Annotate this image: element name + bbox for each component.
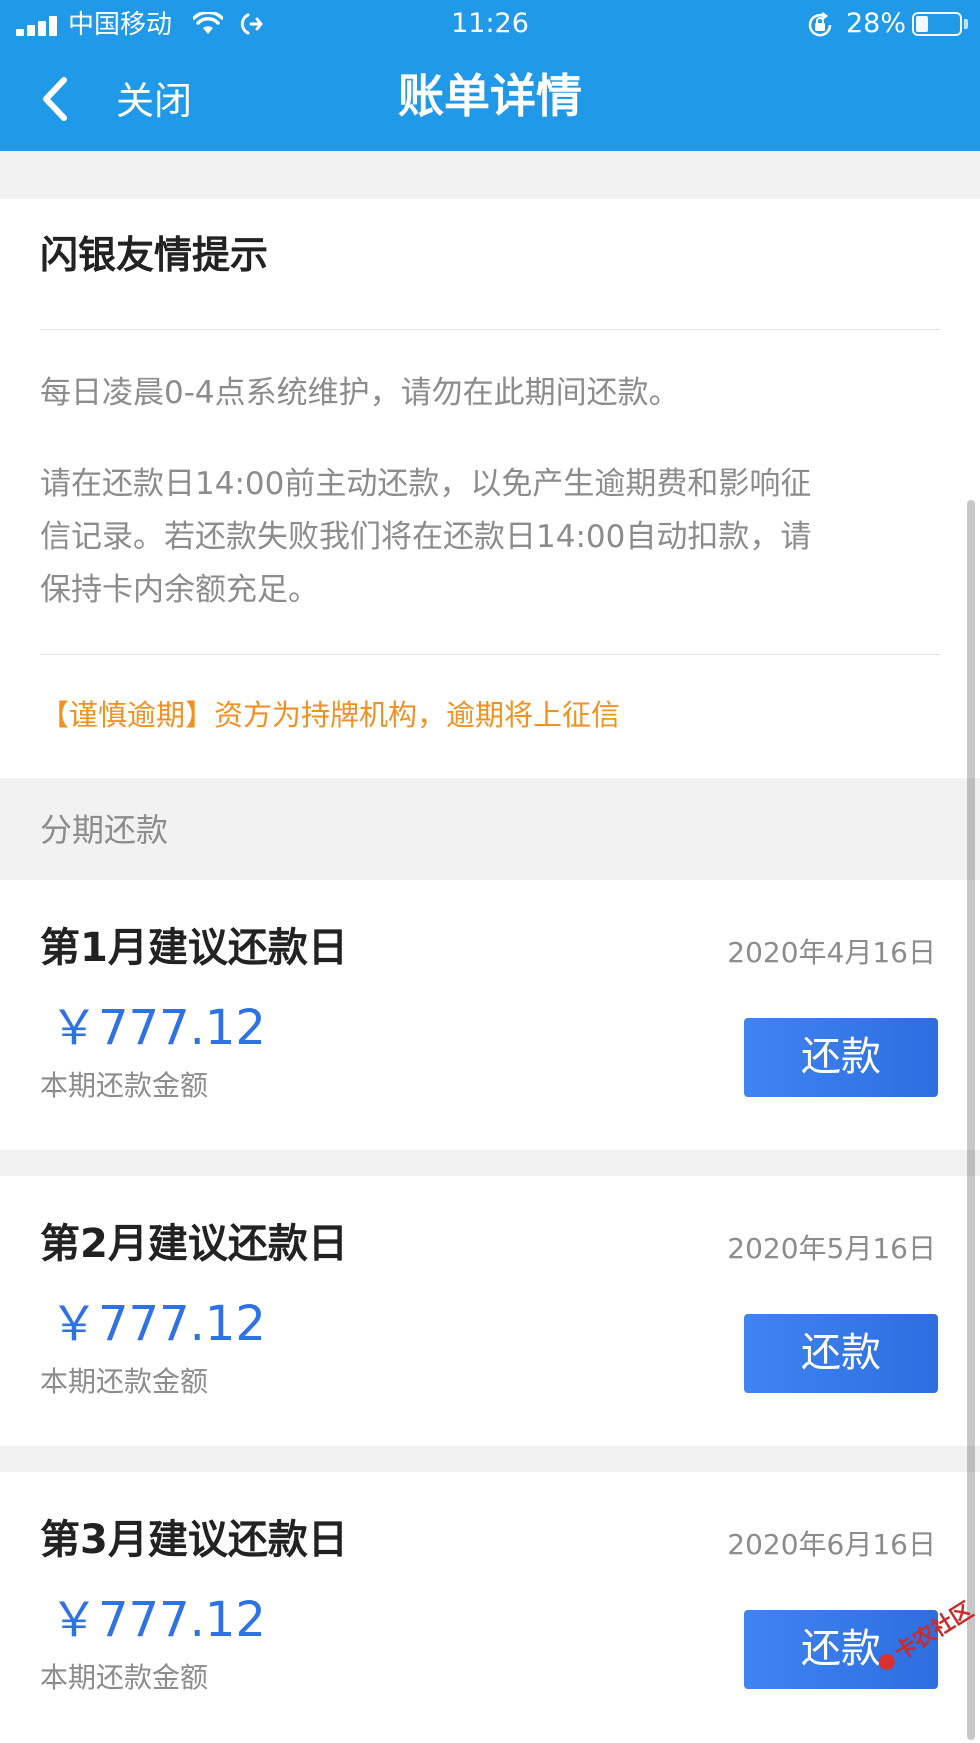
bill-detail-page: 中国移动 11:26 28% 关闭 账单详情 闪银友情提示 每日凌晨0-4点系统…: [0, 0, 980, 1743]
scrollbar[interactable]: [967, 500, 975, 1740]
battery-cap: [964, 19, 968, 29]
installment-date: 2020年4月16日: [727, 936, 936, 969]
app-header: 中国移动 11:26 28% 关闭 账单详情: [0, 0, 980, 151]
installment-title: 第2月建议还款日: [40, 1221, 348, 1267]
installments-section-label: 分期还款: [40, 811, 169, 849]
status-bar: 中国移动 11:26 28%: [0, 0, 980, 50]
installment-amount: ￥777.12: [50, 1000, 266, 1056]
tip-repay-text-line-2: 信记录。若还款失败我们将在还款日14:00自动扣款，请: [40, 519, 812, 555]
tip-maintenance-text: 每日凌晨0-4点系统维护，请勿在此期间还款。: [40, 375, 680, 411]
nav-bar: 关闭 账单详情: [0, 50, 980, 151]
rotation-lock-icon: [808, 12, 832, 37]
installment-date: 2020年6月16日: [727, 1528, 936, 1561]
installment-amount-caption: 本期还款金额: [40, 1661, 209, 1694]
installment-amount: ￥777.12: [50, 1592, 266, 1648]
battery-percent: 28%: [846, 8, 907, 39]
installment-amount-caption: 本期还款金额: [40, 1365, 209, 1398]
installment-date: 2020年5月16日: [727, 1232, 936, 1265]
installment-card: 第2月建议还款日 2020年5月16日 ￥777.12 本期还款金额 还款: [0, 1176, 980, 1446]
tip-divider-bottom: [40, 654, 940, 655]
page-title: 账单详情: [398, 69, 582, 123]
tip-divider-top: [40, 329, 940, 330]
installment-card: 第3月建议还款日 2020年6月16日 ￥777.12 本期还款金额 还款: [0, 1472, 980, 1743]
installment-amount-caption: 本期还款金额: [40, 1069, 209, 1102]
overdue-warning: 【谨慎逾期】资方为持牌机构，逾期将上征信: [40, 698, 621, 732]
battery-icon: [912, 12, 962, 36]
tip-repay-text-line-1: 请在还款日14:00前主动还款，以免产生逾期费和影响征: [40, 466, 812, 502]
installment-amount: ￥777.12: [50, 1296, 266, 1352]
installment-title: 第3月建议还款日: [40, 1517, 348, 1563]
tip-title: 闪银友情提示: [40, 233, 269, 277]
installment-title: 第1月建议还款日: [40, 925, 348, 971]
tip-card: 闪银友情提示 每日凌晨0-4点系统维护，请勿在此期间还款。 请在还款日14:00…: [0, 199, 980, 778]
tip-repay-text-line-3: 保持卡内余额充足。: [40, 572, 319, 608]
installment-card: 第1月建议还款日 2020年4月16日 ￥777.12 本期还款金额 还款: [0, 880, 980, 1150]
repay-button[interactable]: 还款: [744, 1314, 938, 1393]
repay-button[interactable]: 还款: [744, 1018, 938, 1097]
